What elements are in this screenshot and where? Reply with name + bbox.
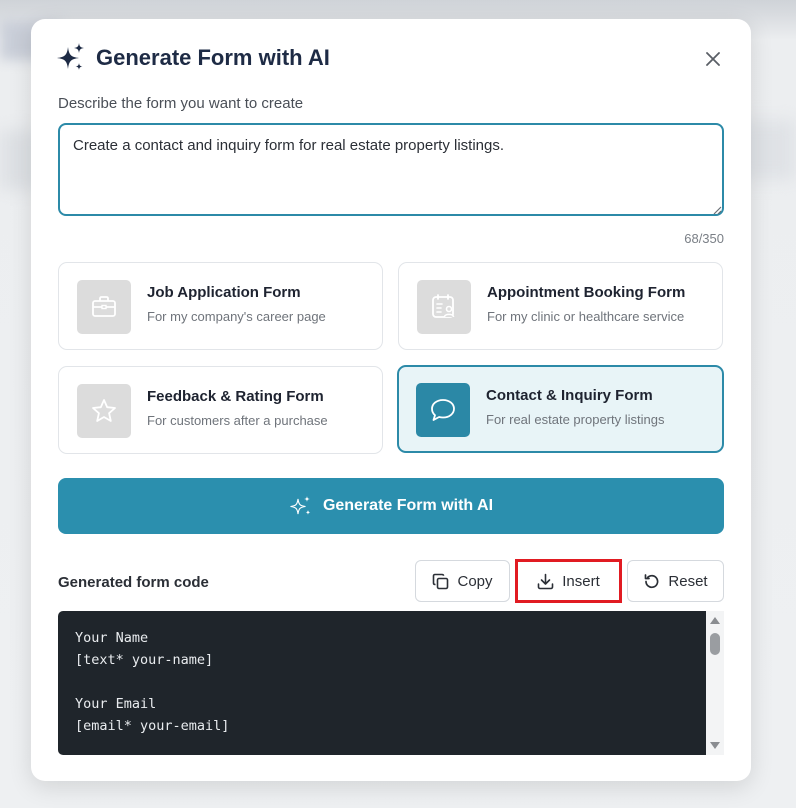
template-subtitle: For my company's career page [147,309,326,324]
template-job-application[interactable]: Job Application Form For my company's ca… [58,262,383,350]
template-title: Appointment Booking Form [487,284,686,301]
scroll-down-arrow-icon[interactable] [710,742,720,749]
prompt-label: Describe the form you want to create [58,95,304,112]
sparkle-icon [57,43,84,70]
template-contact-inquiry[interactable]: Contact & Inquiry Form For real estate p… [397,365,724,453]
insert-label: Insert [562,572,600,590]
generated-code-label: Generated form code [58,574,209,591]
copy-button[interactable]: Copy [415,560,510,602]
scroll-up-arrow-icon[interactable] [710,617,720,624]
insert-button[interactable]: Insert [515,559,622,603]
calendar-user-icon [432,294,455,318]
template-icon-tile [417,280,471,334]
template-subtitle: For my clinic or healthcare service [487,309,685,324]
dialog-header: Generate Form with AI [57,43,330,73]
download-icon [537,573,554,589]
copy-label: Copy [457,572,493,590]
template-icon-tile [416,383,470,437]
resize-handle-icon[interactable] [712,205,722,215]
close-icon [706,52,720,66]
generate-form-button[interactable]: Generate Form with AI [58,478,724,534]
scroll-thumb[interactable] [710,633,720,655]
template-appointment-booking[interactable]: Appointment Booking Form For my clinic o… [398,262,723,350]
reset-icon [645,573,659,588]
template-title: Feedback & Rating Form [147,388,324,405]
generate-button-label: Generate Form with AI [322,497,494,514]
template-title: Job Application Form [147,284,301,301]
template-icon-tile [77,384,131,438]
chat-bubble-icon [431,399,455,421]
template-icon-tile [77,280,131,334]
copy-icon [433,573,449,589]
template-feedback-rating[interactable]: Feedback & Rating Form For customers aft… [58,366,383,454]
briefcase-icon [92,296,116,317]
prompt-textarea[interactable]: Create a contact and inquiry form for re… [58,123,724,216]
character-count: 68/350 [684,231,724,246]
close-button[interactable] [703,49,723,69]
generated-code-block[interactable]: Your Name [text* your-name] Your Email [… [58,611,724,755]
sparkle-icon [290,496,311,515]
generated-code-text: Your Name [text* your-name] Your Email [… [75,630,230,734]
generate-form-dialog: Generate Form with AI Describe the form … [31,19,751,781]
template-subtitle: For real estate property listings [486,412,665,427]
reset-button[interactable]: Reset [627,560,724,602]
reset-label: Reset [668,572,708,590]
template-title: Contact & Inquiry Form [486,387,653,404]
star-icon [92,399,116,422]
dialog-title: Generate Form with AI [96,45,330,70]
template-subtitle: For customers after a purchase [147,413,328,428]
code-scrollbar[interactable] [706,611,724,755]
